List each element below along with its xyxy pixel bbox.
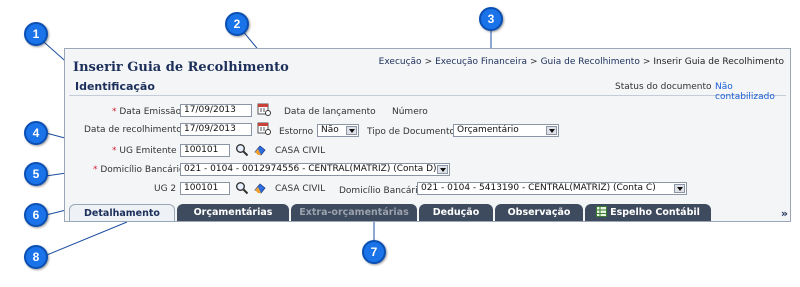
tipo-documento-label: Tipo de Documento	[367, 127, 456, 137]
callout-2: 2	[225, 12, 249, 36]
more-tabs-icon[interactable]: »	[781, 207, 788, 220]
data-recolhimento-label: Data de recolhimento	[84, 125, 182, 135]
ug2-name: CASA CIVIL	[275, 184, 326, 194]
search-icon[interactable]	[235, 181, 249, 195]
identificacao-section-header: Identificação Status do documento Não co…	[69, 79, 786, 102]
chevron-down-icon	[437, 165, 448, 174]
numero-label: Número	[392, 107, 428, 117]
tab-observacao[interactable]: Observação	[495, 204, 583, 221]
status-value: Não contabilizado	[715, 82, 775, 102]
tipo-documento-select[interactable]: Orçamentário	[453, 124, 559, 137]
callout-3: 3	[479, 7, 503, 31]
estorno-select[interactable]: Não	[317, 124, 359, 137]
ug-emitente-input[interactable]: 100101	[180, 144, 230, 157]
page-title: Inserir Guia de Recolhimento	[73, 60, 289, 75]
tab-espelho-contabil[interactable]: Espelho Contábil	[585, 204, 711, 221]
estorno-value: Não	[321, 125, 339, 135]
callout-6: 6	[24, 203, 48, 227]
data-emissao-input[interactable]: 17/09/2013	[180, 104, 252, 117]
eraser-icon[interactable]	[253, 143, 267, 157]
breadcrumb-execucao[interactable]: Execução	[379, 57, 422, 67]
callout-4: 4	[24, 121, 48, 145]
breadcrumb-execucao-financeira[interactable]: Execução Financeira	[435, 57, 527, 67]
tab-extra-orcamentarias[interactable]: Extra-orçamentárias	[291, 204, 417, 221]
tab-deducao[interactable]: Dedução	[419, 204, 493, 221]
tab-detalhamento[interactable]: Detalhamento	[69, 204, 175, 221]
domicilio-bancario-value: 021 - 0104 - 0012974556 - CENTRAL(MATRIZ…	[184, 164, 437, 174]
chevron-down-icon	[346, 126, 357, 135]
search-icon[interactable]	[235, 143, 249, 157]
breadcrumb-separator: >	[642, 57, 651, 67]
calendar-icon[interactable]	[257, 121, 271, 135]
breadcrumb-current: Inserir Guia de Recolhimento	[653, 57, 784, 67]
breadcrumb-guia-recolhimento[interactable]: Guia de Recolhimento	[541, 57, 640, 67]
domicilio-bancario-2-label: Domicílio Bancário	[339, 186, 424, 196]
domicilio-bancario-select[interactable]: 021 - 0104 - 0012974556 - CENTRAL(MATRIZ…	[180, 163, 450, 176]
breadcrumb: Execução > Execução Financeira > Guia de Rec…	[379, 57, 784, 67]
callout-1: 1	[24, 22, 48, 46]
data-recolhimento-input[interactable]: 17/09/2013	[180, 123, 252, 136]
callout-5: 5	[24, 162, 48, 186]
spreadsheet-icon	[596, 206, 608, 217]
domicilio-bancario-2-value: 021 - 0104 - 5413190 - CENTRAL(MATRIZ) (…	[421, 183, 656, 193]
guia-recolhimento-panel: Inserir Guia de Recolhimento Execução > Ex…	[64, 48, 791, 222]
data-lancamento-label: Data de lançamento	[284, 107, 376, 117]
domicilio-bancario-2-select[interactable]: 021 - 0104 - 5413190 - CENTRAL(MATRIZ) (…	[417, 182, 687, 195]
breadcrumb-separator: >	[530, 57, 538, 67]
callout-7: 7	[362, 240, 386, 264]
tipo-documento-value: Orçamentário	[457, 125, 519, 135]
chevron-down-icon	[546, 126, 557, 135]
breadcrumb-separator: >	[424, 57, 433, 67]
chevron-down-icon	[674, 184, 685, 193]
eraser-icon[interactable]	[253, 181, 267, 195]
data-emissao-label: * Data Emissão	[112, 107, 182, 117]
tab-orcamentarias[interactable]: Orçamentárias	[177, 204, 289, 221]
section-title: Identificação	[75, 80, 155, 93]
tab-espelho-contabil-label: Espelho Contábil	[610, 207, 700, 218]
callout-8: 8	[24, 245, 48, 269]
ug-emitente-label: * UG Emitente	[112, 146, 177, 156]
ug2-input[interactable]: 100101	[180, 182, 230, 195]
ug2-label: UG 2	[154, 184, 177, 194]
ug-emitente-name: CASA CIVIL	[275, 146, 326, 156]
calendar-icon[interactable]	[257, 102, 271, 116]
status-label: Status do documento	[615, 82, 712, 92]
estorno-label: Estorno	[279, 127, 314, 137]
domicilio-bancario-label: * Domicílio Bancário	[93, 165, 185, 175]
